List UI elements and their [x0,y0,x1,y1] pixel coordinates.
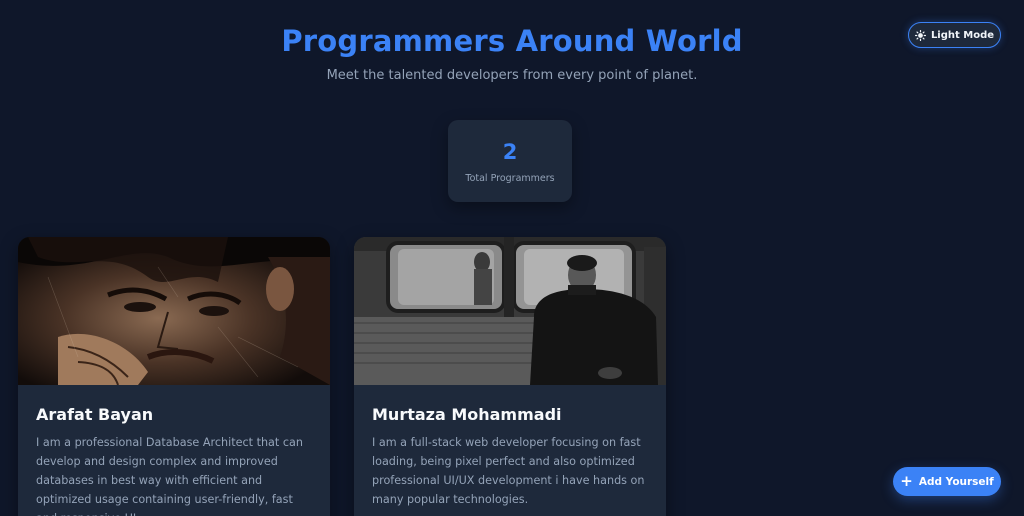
theme-toggle-label: Light Mode [930,29,995,41]
programmer-card[interactable]: Murtaza Mohammadi I am a full-stack web … [354,237,666,516]
plus-icon: + [900,472,913,490]
total-programmers-count: 2 [502,140,518,164]
theme-toggle-button[interactable]: Light Mode [908,22,1001,48]
programmer-photo [18,237,330,385]
add-yourself-button[interactable]: + Add Yourself [893,467,1001,496]
page-subtitle: Meet the talented developers from every … [326,68,698,83]
programmer-bio: I am a full-stack web developer focusing… [372,436,645,506]
programmer-name: Murtaza Mohammadi [372,405,562,424]
programmer-photo [354,237,666,385]
programmer-card[interactable]: Arafat Bayan I am a professional Databas… [18,237,330,516]
page-title: Programmers Around World [281,24,743,58]
total-programmers-label: Total Programmers [465,173,555,184]
programmer-name: Arafat Bayan [36,405,154,424]
programmer-bio: I am a professional Database Architect t… [36,436,303,516]
sun-icon [914,29,926,41]
page: Programmers Around World Meet the talent… [0,0,1024,516]
total-programmers-stat: 2 Total Programmers [448,120,572,202]
add-yourself-label: Add Yourself [918,475,994,488]
